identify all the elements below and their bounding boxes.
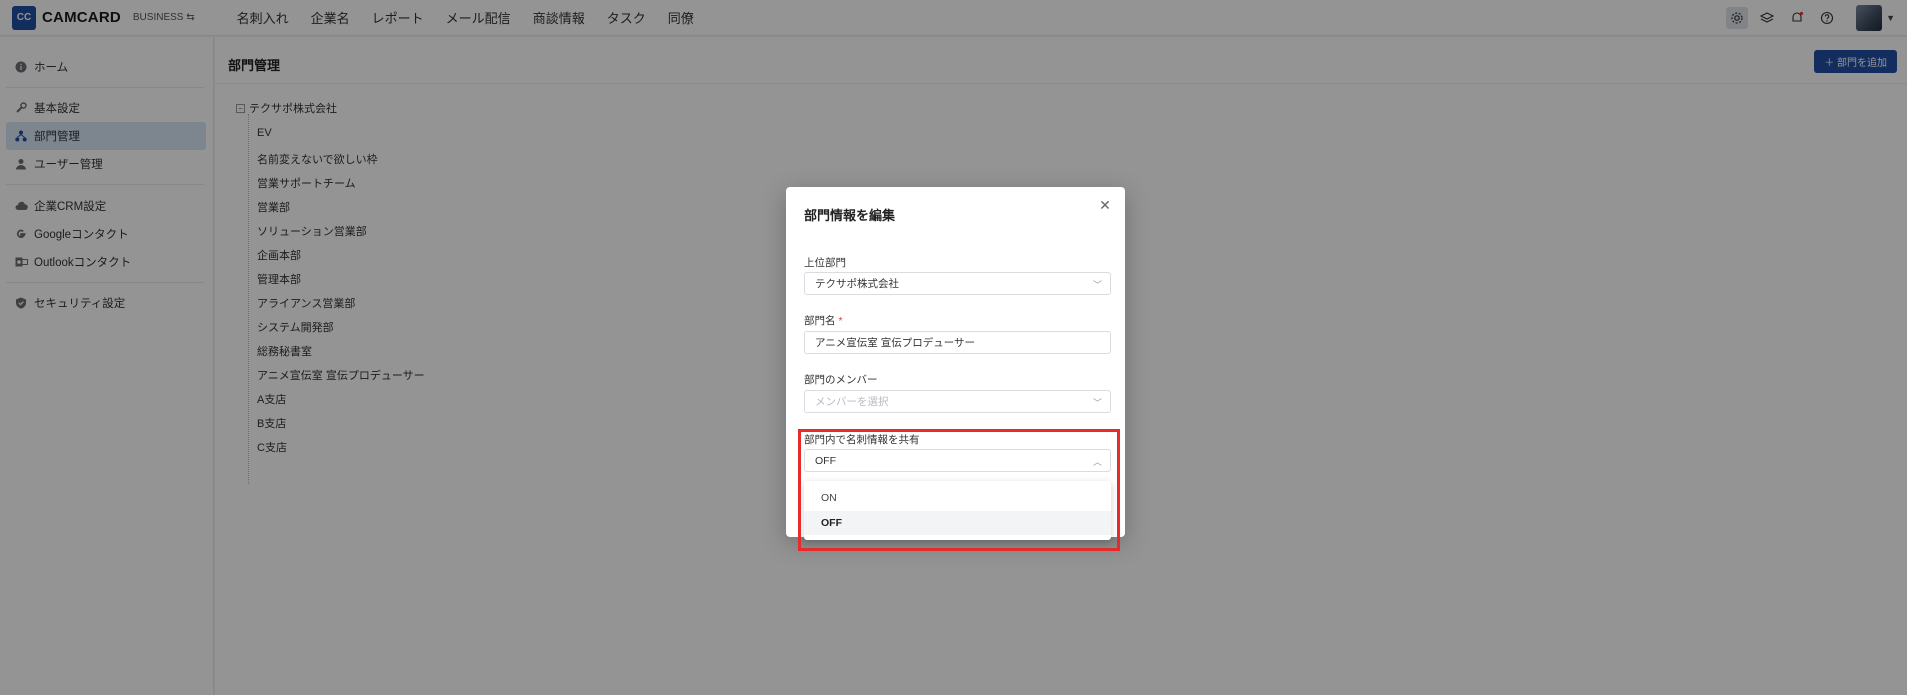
modal-title: 部門情報を編集 [804, 208, 896, 223]
members-select[interactable]: メンバーを選択 ﹀ [804, 390, 1111, 413]
members-placeholder: メンバーを選択 [815, 396, 889, 408]
members-label: 部門のメンバー [804, 374, 878, 386]
parent-department-value: テクサポ株式会社 [815, 278, 899, 290]
chevron-down-icon: ﹀ [1092, 280, 1102, 290]
parent-department-label: 上位部門 [804, 257, 846, 269]
parent-department-select[interactable]: テクサポ株式会社 ﹀ [804, 272, 1111, 295]
department-name-label-text: 部門名 [804, 315, 836, 327]
required-marker: * [838, 315, 843, 327]
close-icon[interactable]: ✕ [1097, 197, 1113, 213]
highlight-box [798, 429, 1120, 551]
department-name-value: アニメ宣伝室 宣伝プロデューサー [815, 337, 975, 349]
department-name-label: 部門名 * [804, 313, 843, 328]
chevron-down-icon: ﹀ [1092, 398, 1102, 408]
department-name-input[interactable]: アニメ宣伝室 宣伝プロデューサー [804, 331, 1111, 354]
